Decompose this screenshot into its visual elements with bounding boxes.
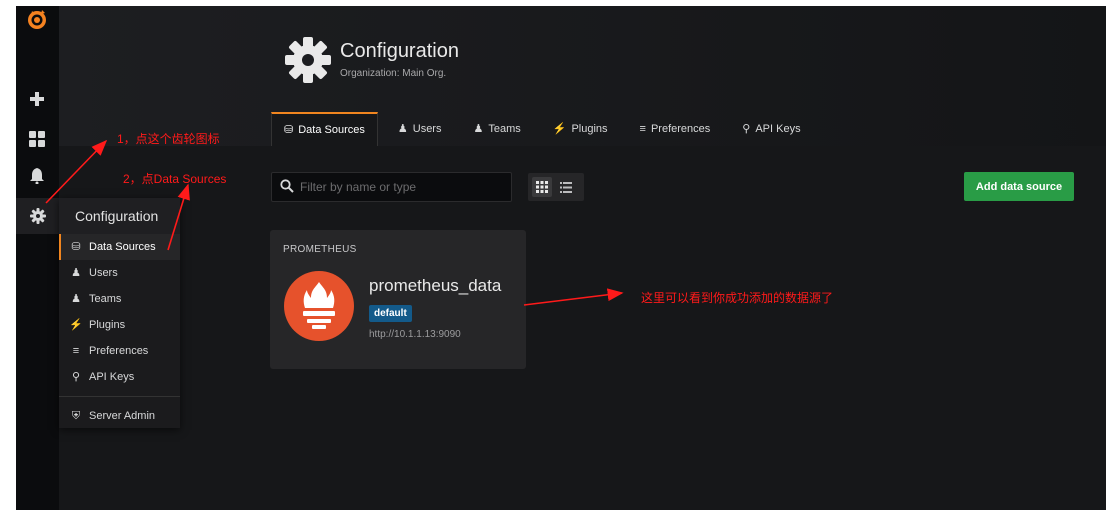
menu-item-preferences[interactable]: ≡ Preferences: [59, 338, 180, 364]
tab-teams[interactable]: ♟ Teams: [461, 112, 532, 146]
grafana-logo-icon[interactable]: [24, 6, 50, 32]
team-icon: ♟: [71, 293, 81, 305]
menu-item-label: Teams: [89, 293, 122, 305]
database-icon: ⛁: [71, 241, 81, 253]
prometheus-logo-icon: [283, 270, 355, 342]
gear-icon[interactable]: [16, 198, 59, 234]
menu-item-plugins[interactable]: ⚡ Plugins: [59, 312, 180, 338]
user-icon: ♟: [71, 267, 81, 279]
menu-item-label: Data Sources: [89, 241, 156, 253]
view-toggle: [528, 173, 584, 201]
plus-icon[interactable]: [24, 86, 50, 112]
datasource-url: http://10.1.1.13:9090: [369, 329, 461, 340]
tab-label: Plugins: [571, 123, 608, 135]
datasource-card[interactable]: PROMETHEUS prometheus_data default http:…: [270, 230, 526, 369]
tab-preferences[interactable]: ≡ Preferences: [628, 112, 723, 146]
list-view-button[interactable]: [556, 177, 576, 197]
search-box: [271, 172, 512, 202]
grid-icon: [536, 181, 548, 193]
menu-item-label: Plugins: [89, 319, 126, 331]
dashboards-icon[interactable]: [24, 126, 50, 152]
bell-icon[interactable]: [24, 163, 50, 189]
menu-item-label: API Keys: [89, 371, 135, 383]
plug-icon: ⚡: [69, 319, 83, 331]
tab-plugins[interactable]: ⚡ Plugins: [541, 112, 620, 146]
menu-item-label: Server Admin: [89, 410, 156, 422]
add-data-source-button[interactable]: Add data source: [964, 172, 1074, 201]
grafana-window: Configuration ⛁ Data Sources ♟ Users ♟ T…: [16, 6, 1106, 510]
menu-item-api-keys[interactable]: ⚲ API Keys: [59, 364, 180, 390]
grid-view-button[interactable]: [532, 177, 552, 197]
menu-divider: [59, 396, 180, 397]
user-icon: ♟: [397, 123, 408, 135]
datasource-type: PROMETHEUS: [283, 244, 357, 255]
gear-icon: [284, 36, 332, 84]
page-header: Configuration Organization: Main Org. ⛁ D…: [59, 6, 1106, 146]
tab-api-keys[interactable]: ⚲ API Keys: [730, 112, 812, 146]
database-icon: ⛁: [284, 124, 294, 136]
tab-label: Users: [412, 123, 442, 135]
plug-icon: ⚡: [552, 123, 567, 135]
tab-users[interactable]: ♟ Users: [386, 112, 454, 146]
tab-data-sources[interactable]: ⛁ Data Sources: [271, 112, 378, 146]
tab-label: Data Sources: [298, 124, 365, 136]
key-icon: ⚲: [742, 123, 751, 135]
tab-bar: ⛁ Data Sources ♟ Users ♟ Teams ⚡ Plugins ≡ Pr…: [271, 112, 821, 146]
tab-label: Teams: [488, 123, 521, 135]
menu-item-server-admin[interactable]: ⛨ Server Admin: [59, 403, 180, 429]
menu-item-users[interactable]: ♟ Users: [59, 260, 180, 286]
sliders-icon: ≡: [72, 345, 80, 357]
configuration-menu-title[interactable]: Configuration: [59, 198, 180, 234]
menu-item-data-sources[interactable]: ⛁ Data Sources: [59, 234, 180, 260]
key-icon: ⚲: [71, 371, 81, 383]
list-icon: [560, 181, 572, 193]
default-badge: default: [369, 305, 412, 322]
side-nav: [16, 6, 59, 510]
page-subtitle: Organization: Main Org.: [340, 68, 447, 79]
team-icon: ♟: [473, 123, 484, 135]
tab-label: API Keys: [755, 123, 801, 135]
menu-item-label: Preferences: [89, 345, 149, 357]
search-icon: [280, 179, 296, 195]
sliders-icon: ≡: [639, 123, 646, 135]
shield-icon: ⛨: [71, 410, 81, 422]
datasource-name[interactable]: prometheus_data: [369, 276, 501, 296]
configuration-menu: Configuration ⛁ Data Sources ♟ Users ♟ T…: [59, 198, 180, 428]
search-input[interactable]: [300, 173, 506, 201]
tab-label: Preferences: [650, 123, 711, 135]
menu-item-label: Users: [89, 267, 118, 279]
page-title: Configuration: [340, 40, 459, 62]
menu-item-teams[interactable]: ♟ Teams: [59, 286, 180, 312]
